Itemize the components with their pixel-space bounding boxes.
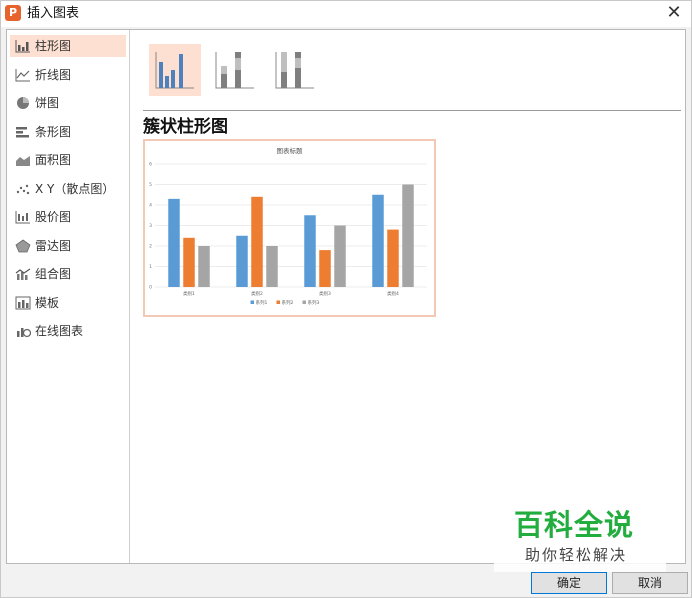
sidebar-item-label: 面积图 bbox=[35, 153, 72, 167]
legend-swatch bbox=[302, 300, 306, 304]
clustered-column-icon bbox=[155, 52, 194, 89]
pie-chart-icon bbox=[17, 97, 29, 109]
x-tick-label: 类别3 bbox=[319, 290, 331, 297]
sidebar-item-label: 雷达图 bbox=[35, 239, 72, 253]
sidebar-item-template[interactable]: 模板 bbox=[10, 292, 126, 314]
legend-swatch bbox=[250, 300, 254, 304]
stock-chart-icon bbox=[15, 211, 30, 224]
sidebar-item-area[interactable]: 面积图 bbox=[10, 149, 126, 171]
bar-1-2 bbox=[236, 235, 248, 287]
bar-2-4 bbox=[387, 229, 399, 287]
dialog-content: 柱形图 折线图 饼图 条形图 面积图 X Y（散点图） 股价图 雷达图 组合图 … bbox=[6, 29, 686, 564]
subtype-stacked-column[interactable] bbox=[209, 44, 261, 96]
insert-chart-dialog: P 插入图表 ✕ 柱形图 折线图 饼图 条形图 面积图 X Y（散点图） 股价图… bbox=[0, 0, 692, 598]
sidebar-item-label: 折线图 bbox=[35, 68, 72, 82]
sidebar-item-label: 柱形图 bbox=[35, 39, 72, 53]
close-button[interactable]: ✕ bbox=[663, 3, 685, 25]
title-bar: P 插入图表 ✕ bbox=[1, 1, 691, 27]
x-tick-label: 类别4 bbox=[387, 290, 399, 297]
subtype-title: 簇状柱形图 bbox=[143, 117, 228, 137]
sidebar-item-label: X Y（散点图） bbox=[35, 182, 115, 196]
sidebar-item-stock[interactable]: 股价图 bbox=[10, 206, 126, 228]
y-tick-label: 5 bbox=[149, 182, 152, 188]
y-tick-label: 1 bbox=[149, 264, 152, 270]
sidebar-item-online[interactable]: 在线图表 bbox=[10, 320, 126, 342]
stacked-column-icon bbox=[215, 52, 254, 89]
legend-swatch bbox=[276, 300, 280, 304]
sidebar-item-bar[interactable]: 条形图 bbox=[10, 121, 126, 143]
dialog-title: 插入图表 bbox=[27, 6, 80, 21]
bar-3-1 bbox=[198, 246, 210, 287]
bar-3-4 bbox=[402, 184, 414, 287]
y-tick-label: 3 bbox=[149, 223, 152, 229]
bar-1-4 bbox=[372, 194, 384, 287]
bar-3-2 bbox=[266, 246, 278, 287]
x-tick-label: 类别1 bbox=[183, 290, 195, 297]
sidebar-item-line[interactable]: 折线图 bbox=[10, 64, 126, 86]
scatter-chart-icon bbox=[16, 184, 30, 195]
line-chart-icon bbox=[15, 69, 30, 82]
sidebar-item-pie[interactable]: 饼图 bbox=[10, 92, 126, 114]
sidebar-item-scatter[interactable]: X Y（散点图） bbox=[10, 178, 126, 200]
subtype-clustered-column[interactable] bbox=[149, 44, 201, 96]
chart-type-sidebar: 柱形图 折线图 饼图 条形图 面积图 X Y（散点图） 股价图 雷达图 组合图 … bbox=[7, 30, 130, 563]
x-tick-label: 类别2 bbox=[251, 290, 263, 297]
bar-2-2 bbox=[251, 196, 263, 287]
legend-label: 系列1 bbox=[256, 299, 268, 306]
legend-label: 系列2 bbox=[282, 299, 294, 306]
online-chart-icon bbox=[17, 328, 31, 338]
bar-1-3 bbox=[304, 215, 316, 287]
separator-line bbox=[143, 110, 681, 111]
chart-title: 图表标题 bbox=[277, 146, 304, 155]
area-chart-icon bbox=[16, 156, 30, 166]
column-chart-icon bbox=[15, 40, 30, 53]
sidebar-item-label: 模板 bbox=[35, 296, 60, 310]
watermark: 百科全说 助你轻松解决 bbox=[494, 506, 666, 572]
preview-chart: 图表标题 0 1 2 3 4 5 6 类别1 类别2 类别3 类别4 系列1 系列2 系列3 bbox=[149, 146, 427, 306]
subtype-percent-stacked-column[interactable] bbox=[269, 44, 321, 96]
legend-label: 系列3 bbox=[308, 299, 320, 306]
y-tick-label: 6 bbox=[149, 162, 152, 168]
radar-chart-icon bbox=[15, 239, 31, 253]
bar-2-1 bbox=[183, 237, 195, 287]
sidebar-item-label: 在线图表 bbox=[35, 324, 84, 338]
bar-3-3 bbox=[334, 225, 346, 287]
combo-chart-icon bbox=[15, 268, 31, 280]
percent-stacked-column-icon bbox=[275, 52, 314, 89]
sidebar-item-radar[interactable]: 雷达图 bbox=[10, 235, 126, 257]
cancel-button[interactable]: 取消 bbox=[612, 572, 688, 594]
watermark-sub: 助你轻松解决 bbox=[525, 546, 628, 564]
sidebar-item-column[interactable]: 柱形图 bbox=[10, 35, 126, 57]
y-tick-label: 0 bbox=[149, 285, 152, 291]
watermark-main: 百科全说 bbox=[514, 508, 635, 542]
sidebar-item-label: 饼图 bbox=[35, 96, 60, 110]
y-tick-label: 4 bbox=[149, 203, 152, 209]
y-tick-label: 2 bbox=[149, 244, 152, 250]
bar-chart-icon bbox=[16, 127, 29, 138]
sidebar-item-label: 条形图 bbox=[35, 125, 72, 139]
app-logo-icon: P bbox=[5, 5, 21, 21]
bar-1-1 bbox=[168, 198, 180, 287]
sidebar-item-label: 组合图 bbox=[35, 267, 72, 281]
sidebar-item-combo[interactable]: 组合图 bbox=[10, 263, 126, 285]
bar-2-3 bbox=[319, 250, 331, 287]
chart-preview[interactable]: 图表标题 0 1 2 3 4 5 6 类别1 类别2 类别3 类别4 系列1 系列2 系列3 bbox=[143, 139, 436, 317]
ok-button[interactable]: 确定 bbox=[531, 572, 607, 594]
chart-options-panel: 簇状柱形图 图表标题 0 1 2 3 4 5 6 类别1 类别2 类别3 类别4 系列1 系列2 系列… bbox=[131, 30, 685, 563]
sidebar-item-label: 股价图 bbox=[35, 210, 72, 224]
template-icon bbox=[15, 296, 31, 310]
